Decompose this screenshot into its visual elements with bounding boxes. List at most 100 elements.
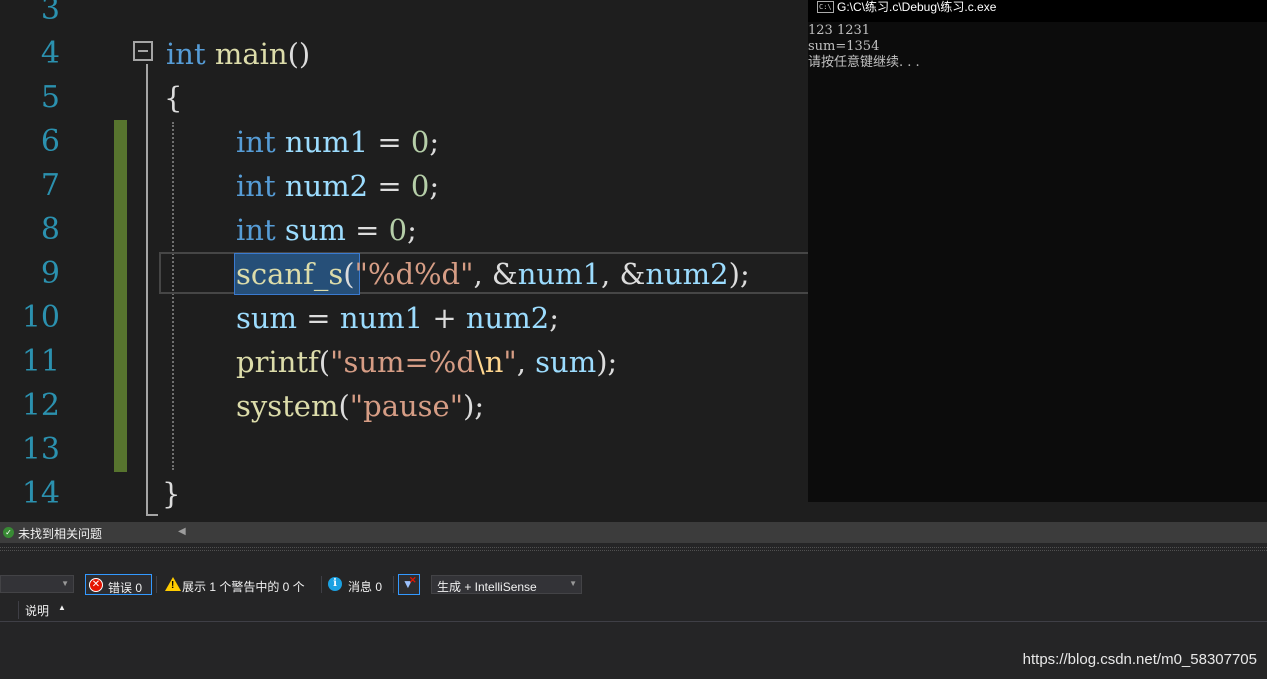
string-literal: " bbox=[503, 345, 517, 379]
toolbar-separator bbox=[156, 576, 157, 593]
console-output-line: sum=1354 bbox=[808, 39, 880, 54]
line-number: 9 bbox=[40, 256, 60, 291]
punctuation: ; bbox=[407, 213, 417, 247]
function-name: system bbox=[236, 389, 339, 423]
keyword: int bbox=[236, 125, 276, 159]
toolbar-separator bbox=[321, 576, 322, 593]
punctuation: ); bbox=[463, 389, 485, 423]
line-number: 8 bbox=[40, 212, 60, 247]
console-titlebar[interactable]: C:\ G:\C\练习.c\Debug\练习.c.exe bbox=[808, 0, 1267, 22]
punctuation: , & bbox=[473, 257, 518, 291]
scope-dropdown[interactable]: ▼ bbox=[0, 575, 74, 593]
variable: sum bbox=[284, 213, 346, 247]
punctuation: , & bbox=[601, 257, 646, 291]
keyword: int bbox=[166, 37, 206, 71]
error-x-icon: ✕ bbox=[89, 578, 103, 592]
function-name: main bbox=[214, 37, 288, 71]
line-number: 6 bbox=[40, 124, 60, 159]
string-literal: "sum=%d bbox=[330, 345, 475, 379]
code-line[interactable]: int sum = 0; bbox=[236, 208, 417, 252]
brace: } bbox=[162, 477, 181, 511]
string-literal: "pause" bbox=[349, 389, 464, 423]
punctuation: ; bbox=[549, 301, 559, 335]
punctuation: ( bbox=[338, 389, 350, 423]
operator: = bbox=[297, 301, 340, 335]
variable: num1 bbox=[517, 257, 602, 291]
editor-status-strip: ✓ 未找到相关问题 ◀ bbox=[0, 522, 1267, 543]
function-name: scanf_s bbox=[236, 257, 344, 291]
clear-filter-button[interactable]: ▼ ✕ bbox=[398, 574, 420, 595]
variable: num1 bbox=[284, 125, 369, 159]
panel-splitter[interactable] bbox=[0, 547, 1267, 551]
code-line[interactable]: int num2 = 0; bbox=[236, 164, 439, 208]
line-number: 4 bbox=[40, 36, 60, 71]
watermark-url: https://blog.csdn.net/m0_58307705 bbox=[1022, 651, 1257, 668]
clear-x-icon: ✕ bbox=[409, 575, 417, 585]
code-line[interactable]: printf("sum=%d\n", sum); bbox=[236, 340, 617, 384]
build-source-value: 生成 + IntelliSense bbox=[437, 580, 537, 594]
punctuation: ( bbox=[318, 345, 331, 379]
code-line[interactable]: } bbox=[162, 472, 180, 516]
code-line[interactable]: sum = num1 + num2; bbox=[236, 296, 559, 340]
number-literal: 0 bbox=[410, 169, 430, 203]
code-line[interactable]: int num1 = 0; bbox=[236, 120, 439, 164]
build-source-dropdown[interactable]: 生成 + IntelliSense ▼ bbox=[431, 575, 582, 594]
operator: = bbox=[345, 213, 389, 247]
operator: + bbox=[423, 301, 466, 335]
scroll-left-arrow-icon[interactable]: ◀ bbox=[178, 526, 186, 537]
line-number: 3 bbox=[40, 0, 60, 27]
column-description[interactable]: 说明 bbox=[25, 602, 49, 619]
code-line[interactable]: int main() bbox=[166, 32, 310, 76]
console-window[interactable]: C:\ G:\C\练习.c\Debug\练习.c.exe 123 1231 su… bbox=[808, 0, 1267, 502]
indent-guide bbox=[172, 122, 174, 470]
keyword: int bbox=[236, 213, 276, 247]
variable: num1 bbox=[339, 301, 424, 335]
chevron-down-icon: ▼ bbox=[61, 579, 69, 588]
line-number: 5 bbox=[40, 80, 60, 115]
console-output-line: 123 1231 bbox=[808, 23, 871, 38]
console-title: G:\C\练习.c\Debug\练习.c.exe bbox=[837, 0, 997, 14]
sort-ascending-icon[interactable]: ▲ bbox=[58, 603, 66, 612]
line-number: 12 bbox=[21, 388, 60, 423]
console-output-line: 请按任意键继续. . . bbox=[808, 55, 920, 70]
variable: sum bbox=[535, 345, 597, 379]
escape-sequence: \n bbox=[474, 345, 504, 379]
column-divider[interactable] bbox=[18, 601, 19, 619]
variable: num2 bbox=[645, 257, 729, 291]
console-app-icon: C:\ bbox=[817, 1, 834, 13]
punctuation: ; bbox=[429, 169, 440, 203]
warnings-filter-button[interactable]: ! 展示 1 个警告中的 0 个 bbox=[160, 574, 316, 595]
keyword: int bbox=[236, 169, 276, 203]
operator: = bbox=[368, 169, 411, 203]
errors-count-label: 错误 0 bbox=[108, 581, 143, 595]
code-line[interactable]: system("pause"); bbox=[236, 384, 484, 428]
punctuation: () bbox=[287, 37, 311, 71]
variable: num2 bbox=[284, 169, 369, 203]
string-literal: "%d%d" bbox=[354, 257, 474, 291]
issues-status-text[interactable]: 未找到相关问题 bbox=[18, 525, 102, 542]
error-list-column-header: 说明 ▲ bbox=[0, 599, 1267, 622]
change-tracking-bar bbox=[114, 120, 127, 472]
code-line[interactable]: scanf_s("%d%d", &num1, &num2); bbox=[236, 252, 750, 296]
line-number: 14 bbox=[21, 476, 60, 511]
variable: num2 bbox=[465, 301, 550, 335]
line-number: 10 bbox=[21, 300, 60, 335]
warning-exclamation: ! bbox=[171, 580, 175, 591]
punctuation: , bbox=[516, 345, 536, 379]
toolbar-separator bbox=[393, 576, 394, 593]
collapse-minus-icon[interactable] bbox=[133, 41, 153, 61]
number-literal: 0 bbox=[388, 213, 408, 247]
chevron-down-icon: ▼ bbox=[569, 579, 577, 588]
errors-filter-button[interactable]: ✕ 错误 0 bbox=[85, 574, 152, 595]
punctuation: ); bbox=[596, 345, 618, 379]
fold-outline-end bbox=[146, 514, 158, 516]
warnings-count-label: 展示 1 个警告中的 0 个 bbox=[182, 580, 305, 594]
function-name: printf bbox=[236, 345, 319, 379]
code-editor[interactable]: 3 4 5 6 7 8 9 10 11 12 13 14 int main() … bbox=[0, 0, 808, 522]
info-icon: i bbox=[328, 577, 342, 591]
fold-outline-line bbox=[146, 64, 148, 516]
line-number: 7 bbox=[40, 168, 60, 203]
error-list-panel: ▼ ✕ 错误 0 ! 展示 1 个警告中的 0 个 i 消息 0 ▼ ✕ 生成 … bbox=[0, 543, 1267, 679]
messages-filter-button[interactable]: i 消息 0 bbox=[324, 574, 390, 595]
code-line[interactable]: { bbox=[164, 76, 182, 120]
